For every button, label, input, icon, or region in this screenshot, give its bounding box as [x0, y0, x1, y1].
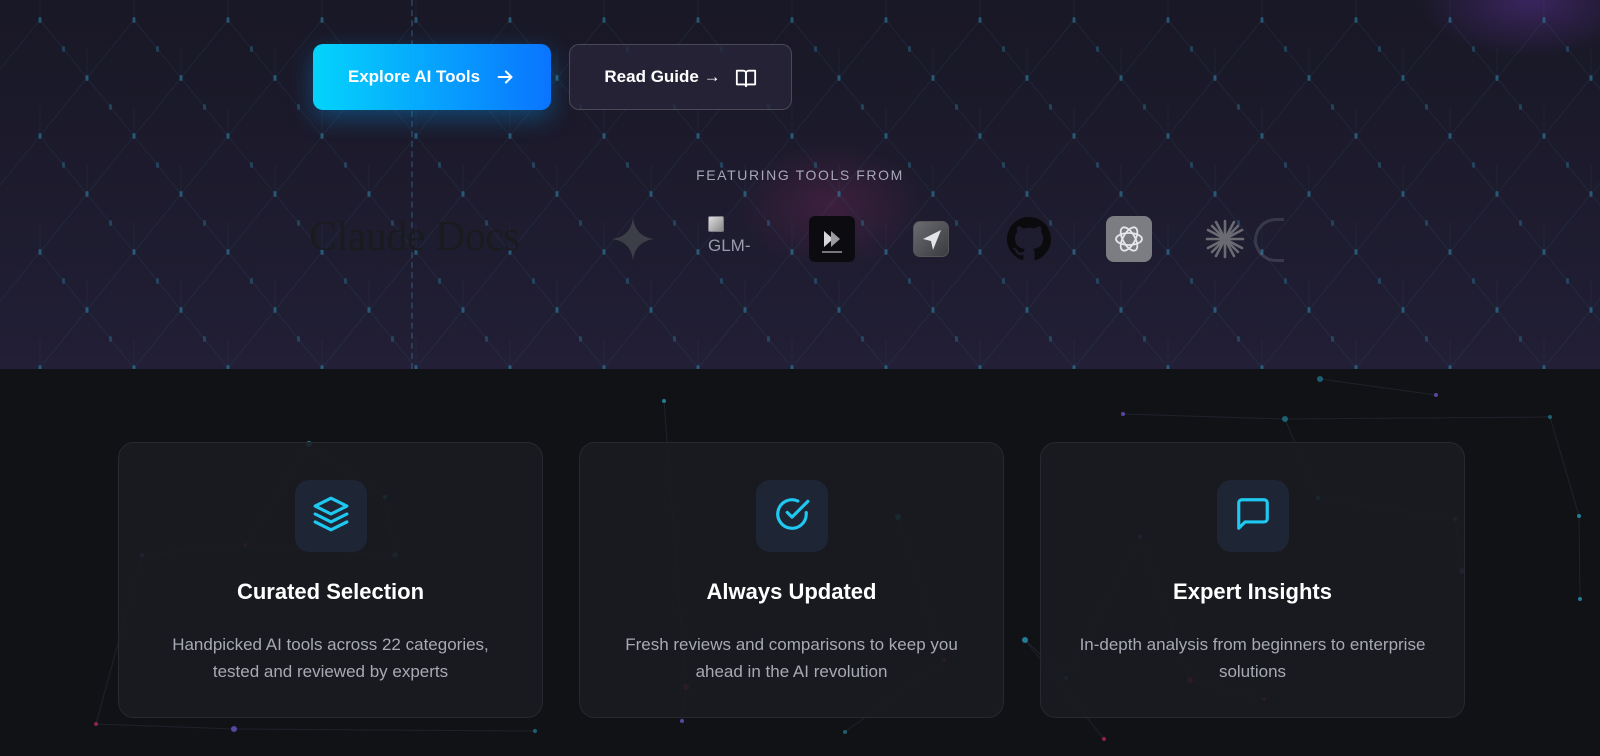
- layers-icon: [312, 495, 350, 537]
- glm-logo-broken-image: GLM-: [708, 216, 768, 262]
- feature-description: Handpicked AI tools across 22 categories…: [172, 635, 489, 681]
- feature-icon-container: [756, 480, 828, 552]
- read-guide-button[interactable]: Read Guide →: [569, 44, 792, 110]
- feature-title: Curated Selection: [236, 579, 425, 604]
- explore-ai-tools-label: Explore AI Tools: [347, 67, 481, 86]
- feature-icon-container: [295, 480, 367, 552]
- github-icon: [1006, 216, 1052, 262]
- features-section: Curated Selection Handpicked AI tools ac…: [0, 369, 1600, 756]
- broken-image-icon: [708, 216, 724, 232]
- featuring-tools-label: FEATURING TOOLS FROM: [696, 167, 904, 183]
- book-open-icon: [735, 66, 757, 88]
- glm-alt-text: GLM-: [708, 236, 751, 255]
- openai-logo: [1106, 216, 1152, 262]
- hero-grid-background: [0, 0, 1600, 369]
- asterisk-burst-logo: [1204, 218, 1246, 260]
- feature-card-updated: Always Updated Fresh reviews and compari…: [579, 442, 1004, 718]
- read-guide-label: Read Guide →: [604, 67, 721, 86]
- message-square-icon: [1234, 495, 1272, 537]
- gemini-sparkle-logo: [610, 216, 656, 262]
- claude-docs-logo: Claude Docs: [309, 214, 520, 260]
- feature-card-curated: Curated Selection Handpicked AI tools ac…: [118, 442, 543, 718]
- navigation-arrow-logo: [913, 221, 949, 257]
- feature-title: Expert Insights: [1173, 579, 1332, 604]
- check-circle-icon: [773, 495, 811, 537]
- velocity-logo: [809, 216, 855, 262]
- feature-description: Fresh reviews and comparisons to keep yo…: [625, 635, 958, 681]
- feature-icon-container: [1217, 480, 1289, 552]
- explore-ai-tools-button[interactable]: Explore AI Tools: [313, 44, 551, 110]
- arrow-right-icon: [494, 66, 516, 88]
- feature-title: Always Updated: [706, 579, 877, 604]
- hero-section: Explore AI Tools Read Guide → FEATURING …: [0, 0, 1600, 369]
- feature-description: In-depth analysis from beginners to ente…: [1079, 635, 1426, 681]
- feature-card-insights: Expert Insights In-depth analysis from b…: [1040, 442, 1465, 718]
